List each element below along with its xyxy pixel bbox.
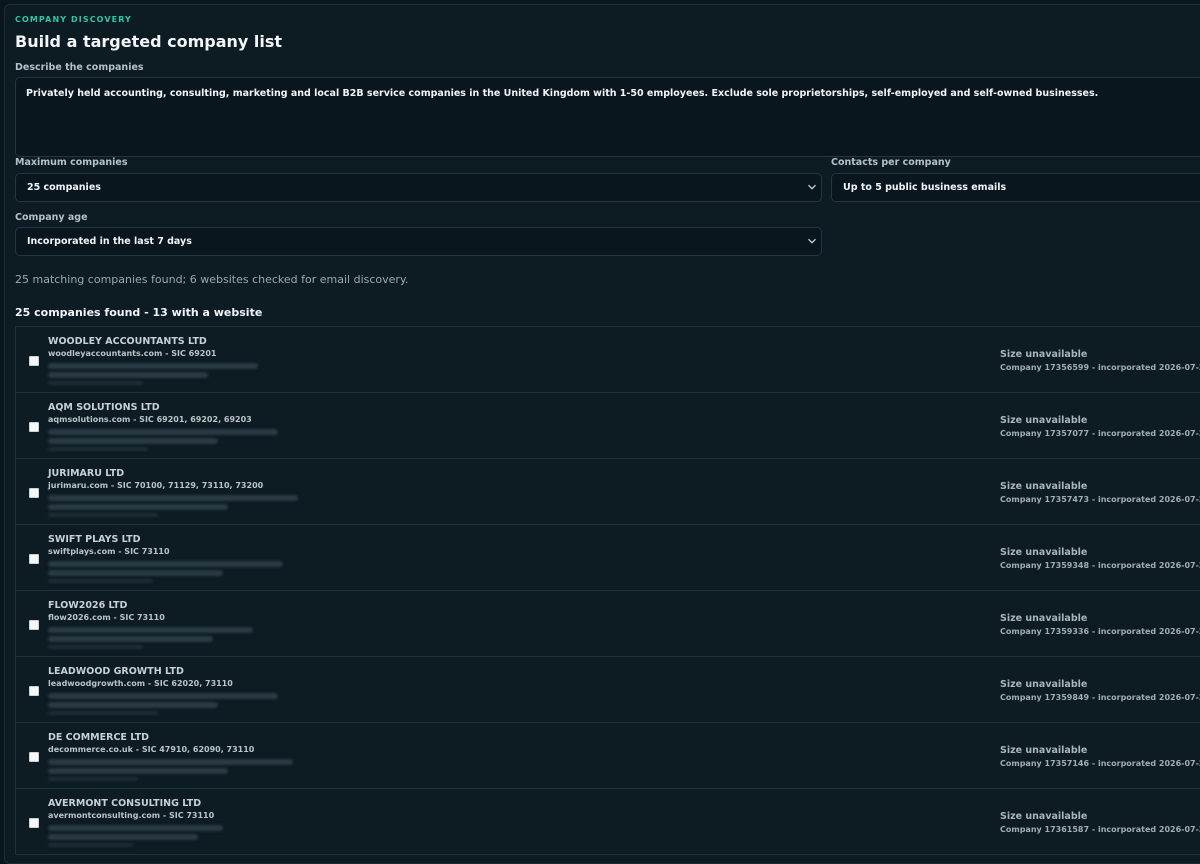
- row-checkbox[interactable]: [29, 422, 39, 432]
- row-checkbox[interactable]: [29, 620, 39, 630]
- row-checkbox[interactable]: [29, 752, 39, 762]
- company-discovery-panel: COMPANY DISCOVERY Build a targeted compa…: [4, 4, 1200, 864]
- company-meta: aqmsolutions.com - SIC 69201, 69202, 692…: [48, 415, 252, 424]
- company-info: Company 17357146 - incorporated 2026-07-…: [1000, 759, 1200, 768]
- redacted-address: [48, 495, 298, 501]
- page-title: Build a targeted company list: [15, 32, 283, 51]
- company-name: AVERMONT CONSULTING LTD: [48, 798, 202, 809]
- company-info: Company 17359348 - incorporated 2026-07-…: [1000, 561, 1200, 570]
- company-size: Size unavailable: [1000, 679, 1088, 690]
- company-name: AQM SOLUTIONS LTD: [48, 402, 160, 413]
- max-companies-value: 25 companies: [27, 182, 101, 193]
- chevron-down-icon: [808, 184, 816, 190]
- company-meta: flow2026.com - SIC 73110: [48, 613, 165, 622]
- company-meta: leadwoodgrowth.com - SIC 62020, 73110: [48, 679, 233, 688]
- max-companies-label: Maximum companies: [15, 157, 128, 168]
- redacted-detail: [48, 777, 138, 781]
- redacted-detail: [48, 711, 158, 715]
- company-age-select[interactable]: Incorporated in the last 7 days: [15, 227, 822, 256]
- company-age-label: Company age: [15, 212, 88, 223]
- describe-label: Describe the companies: [15, 62, 144, 73]
- redacted-address: [48, 438, 218, 444]
- redacted-address: [48, 693, 278, 699]
- redacted-address: [48, 372, 208, 378]
- company-size: Size unavailable: [1000, 547, 1088, 558]
- company-row: FLOW2026 LTD flow2026.com - SIC 73110 Si…: [16, 591, 1200, 657]
- company-size: Size unavailable: [1000, 415, 1088, 426]
- redacted-address: [48, 759, 293, 765]
- redacted-detail: [48, 447, 148, 451]
- row-checkbox[interactable]: [29, 686, 39, 696]
- company-size: Size unavailable: [1000, 745, 1088, 756]
- row-checkbox[interactable]: [29, 488, 39, 498]
- contacts-select[interactable]: Up to 5 public business emails: [831, 173, 1200, 202]
- company-meta: avermontconsulting.com - SIC 73110: [48, 811, 215, 820]
- company-row: DE COMMERCE LTD decommerce.co.uk - SIC 4…: [16, 723, 1200, 789]
- company-meta: decommerce.co.uk - SIC 47910, 62090, 731…: [48, 745, 255, 754]
- company-meta: jurimaru.com - SIC 70100, 71129, 73110, …: [48, 481, 264, 490]
- company-list: WOODLEY ACCOUNTANTS LTD woodleyaccountan…: [15, 326, 1200, 855]
- company-age-value: Incorporated in the last 7 days: [27, 236, 192, 247]
- redacted-address: [48, 363, 258, 369]
- max-companies-select[interactable]: 25 companies: [15, 173, 822, 202]
- redacted-address: [48, 825, 223, 831]
- company-row: WOODLEY ACCOUNTANTS LTD woodleyaccountan…: [16, 327, 1200, 393]
- company-meta: woodleyaccountants.com - SIC 69201: [48, 349, 217, 358]
- redacted-address: [48, 429, 278, 435]
- company-size: Size unavailable: [1000, 481, 1088, 492]
- chevron-down-icon: [808, 238, 816, 244]
- redacted-address: [48, 627, 253, 633]
- contacts-label: Contacts per company: [831, 157, 951, 168]
- row-checkbox[interactable]: [29, 818, 39, 828]
- redacted-detail: [48, 843, 133, 847]
- company-size: Size unavailable: [1000, 811, 1088, 822]
- redacted-address: [48, 570, 223, 576]
- redacted-detail: [48, 381, 143, 385]
- company-name: DE COMMERCE LTD: [48, 732, 150, 743]
- redacted-detail: [48, 579, 153, 583]
- company-info: Company 17361587 - incorporated 2026-07-…: [1000, 825, 1200, 834]
- redacted-address: [48, 636, 213, 642]
- company-row: LEADWOOD GROWTH LTD leadwoodgrowth.com -…: [16, 657, 1200, 723]
- company-name: WOODLEY ACCOUNTANTS LTD: [48, 336, 207, 347]
- company-row: AQM SOLUTIONS LTD aqmsolutions.com - SIC…: [16, 393, 1200, 459]
- company-size: Size unavailable: [1000, 349, 1088, 360]
- redacted-detail: [48, 645, 143, 649]
- company-row: AVERMONT CONSULTING LTD avermontconsulti…: [16, 789, 1200, 855]
- company-info: Company 17357077 - incorporated 2026-07-…: [1000, 429, 1200, 438]
- company-name: FLOW2026 LTD: [48, 600, 128, 611]
- company-size: Size unavailable: [1000, 613, 1088, 624]
- redacted-address: [48, 834, 198, 840]
- company-row: JURIMARU LTD jurimaru.com - SIC 70100, 7…: [16, 459, 1200, 525]
- redacted-address: [48, 702, 218, 708]
- company-info: Company 17359849 - incorporated 2026-07-…: [1000, 693, 1200, 702]
- row-checkbox[interactable]: [29, 554, 39, 564]
- section-eyebrow: COMPANY DISCOVERY: [15, 15, 132, 24]
- company-name: SWIFT PLAYS LTD: [48, 534, 141, 545]
- company-info: Company 17356599 - incorporated 2026-07-…: [1000, 363, 1200, 372]
- company-name: JURIMARU LTD: [48, 468, 125, 479]
- results-summary: 25 matching companies found; 6 websites …: [15, 273, 409, 286]
- company-info: Company 17359336 - incorporated 2026-07-…: [1000, 627, 1200, 636]
- row-checkbox[interactable]: [29, 356, 39, 366]
- redacted-address: [48, 504, 228, 510]
- company-name: LEADWOOD GROWTH LTD: [48, 666, 184, 677]
- redacted-address: [48, 561, 283, 567]
- redacted-address: [48, 768, 228, 774]
- company-row: SWIFT PLAYS LTD swiftplays.com - SIC 731…: [16, 525, 1200, 591]
- company-meta: swiftplays.com - SIC 73110: [48, 547, 170, 556]
- company-info: Company 17357473 - incorporated 2026-07-…: [1000, 495, 1200, 504]
- describe-textarea[interactable]: Privately held accounting, consulting, m…: [15, 77, 1200, 157]
- contacts-value: Up to 5 public business emails: [843, 182, 1007, 193]
- results-heading: 25 companies found - 13 with a website: [15, 306, 263, 319]
- redacted-detail: [48, 513, 158, 517]
